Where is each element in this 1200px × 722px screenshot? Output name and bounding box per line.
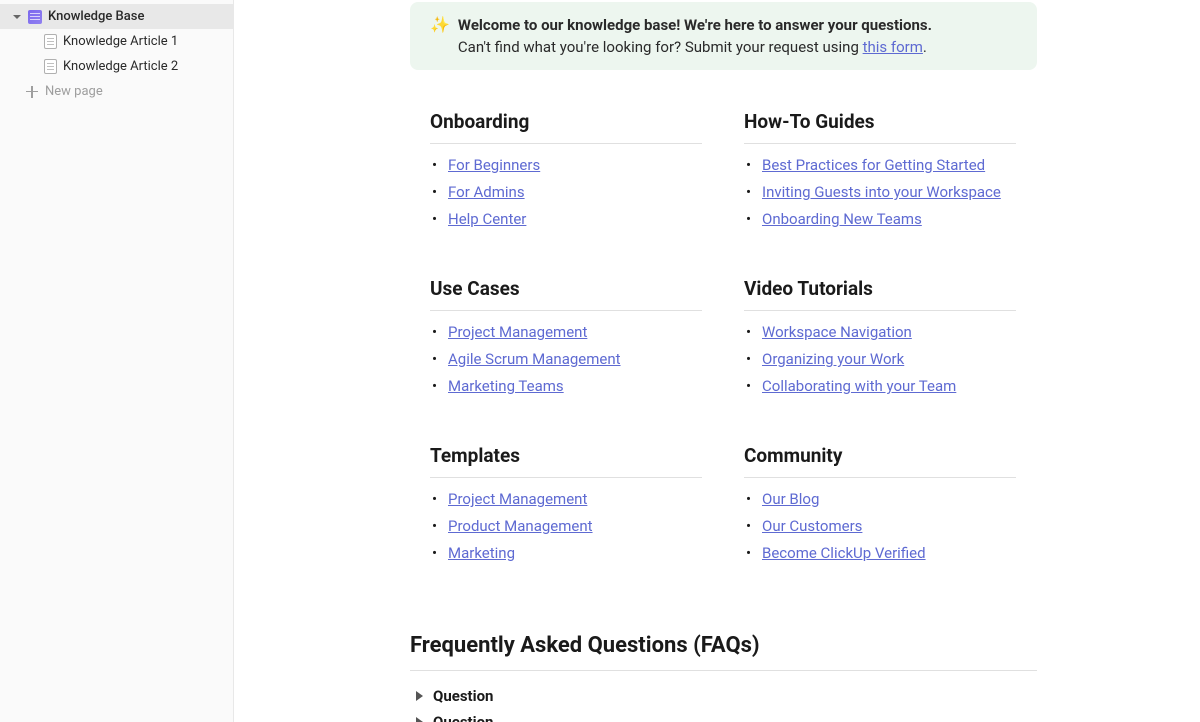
sparkle-icon: ✨ [430,14,450,36]
list-item: For Beginners [448,156,702,174]
faq-section: Frequently Asked Questions (FAQs) Questi… [410,633,1037,722]
list-item: Organizing your Work [762,350,1016,368]
section-link[interactable]: Best Practices for Getting Started [762,156,985,174]
page-icon [44,59,57,74]
divider [744,477,1016,478]
triangle-right-icon [416,691,423,701]
sidebar: Knowledge Base Knowledge Article 1 Knowl… [0,0,234,722]
section-link[interactable]: Product Management [448,517,593,535]
list-item: Marketing Teams [448,377,702,395]
divider [410,670,1037,671]
list-item: Product Management [448,517,702,535]
list-item: Onboarding New Teams [762,210,1016,228]
plus-icon [25,85,39,99]
section-link[interactable]: Onboarding New Teams [762,210,922,228]
sidebar-item-label: Knowledge Article 1 [63,34,178,49]
divider [744,143,1016,144]
list-item: Best Practices for Getting Started [762,156,1016,174]
list-item: Our Customers [762,517,1016,535]
list-item: Agile Scrum Management [448,350,702,368]
section-link[interactable]: Agile Scrum Management [448,350,621,368]
banner-line2-pre: Can't find what you're looking for? Subm… [458,38,863,56]
faq-item-label: Question [433,687,493,705]
faq-item-label: Question [433,713,493,722]
list-item: Become ClickUp Verified [762,544,1016,562]
section-title: How-To Guides [744,110,1016,133]
divider [430,477,702,478]
section-link[interactable]: Become ClickUp Verified [762,544,926,562]
section-link[interactable]: Project Management [448,490,587,508]
banner-text: Welcome to our knowledge base! We're her… [458,14,932,58]
caret-down-icon [12,12,22,22]
list-item: Marketing [448,544,702,562]
section-video-tutorials: Video Tutorials Workspace Navigation Org… [744,277,1016,404]
triangle-right-icon [416,717,423,722]
sidebar-item-label: Knowledge Base [48,9,144,24]
sidebar-item-article-2[interactable]: Knowledge Article 2 [0,54,233,79]
list-item: Project Management [448,323,702,341]
section-link[interactable]: Help Center [448,210,526,228]
list-item: For Admins [448,183,702,201]
divider [744,310,1016,311]
welcome-banner: ✨ Welcome to our knowledge base! We're h… [410,2,1037,70]
list-item: Inviting Guests into your Workspace [762,183,1016,201]
section-link[interactable]: Workspace Navigation [762,323,912,341]
section-link[interactable]: Inviting Guests into your Workspace [762,183,1001,201]
list-item: Help Center [448,210,702,228]
section-link[interactable]: For Admins [448,183,525,201]
section-title: Community [744,444,1016,467]
divider [430,310,702,311]
section-templates: Templates Project Management Product Man… [430,444,702,571]
section-title: Templates [430,444,702,467]
section-title: Onboarding [430,110,702,133]
main-content: ✨ Welcome to our knowledge base! We're h… [234,0,1200,722]
section-use-cases: Use Cases Project Management Agile Scrum… [430,277,702,404]
list-item: Workspace Navigation [762,323,1016,341]
divider [430,143,702,144]
section-link[interactable]: Marketing Teams [448,377,564,395]
section-link[interactable]: Our Blog [762,490,819,508]
banner-bold: Welcome to our knowledge base! We're her… [458,16,932,34]
book-icon [28,10,42,24]
section-link[interactable]: Organizing your Work [762,350,904,368]
banner-form-link[interactable]: this form [863,38,923,56]
sidebar-item-knowledge-base[interactable]: Knowledge Base [0,4,233,29]
banner-line2-post: . [923,38,927,56]
section-onboarding: Onboarding For Beginners For Admins Help… [430,110,702,237]
faq-item[interactable]: Question [410,709,1037,722]
faq-title: Frequently Asked Questions (FAQs) [410,633,1037,658]
sidebar-item-label: New page [45,84,103,99]
section-link[interactable]: For Beginners [448,156,540,174]
sidebar-new-page[interactable]: New page [0,79,233,104]
faq-item[interactable]: Question [410,683,1037,709]
list-item: Our Blog [762,490,1016,508]
section-community: Community Our Blog Our Customers Become … [744,444,1016,571]
sidebar-item-article-1[interactable]: Knowledge Article 1 [0,29,233,54]
page-icon [44,34,57,49]
sections-grid: Onboarding For Beginners For Admins Help… [410,110,1200,571]
list-item: Collaborating with your Team [762,377,1016,395]
section-title: Use Cases [430,277,702,300]
list-item: Project Management [448,490,702,508]
section-link[interactable]: Collaborating with your Team [762,377,956,395]
section-link[interactable]: Project Management [448,323,587,341]
section-title: Video Tutorials [744,277,1016,300]
section-link[interactable]: Marketing [448,544,515,562]
sidebar-item-label: Knowledge Article 2 [63,59,178,74]
section-link[interactable]: Our Customers [762,517,862,535]
section-howto-guides: How-To Guides Best Practices for Getting… [744,110,1016,237]
